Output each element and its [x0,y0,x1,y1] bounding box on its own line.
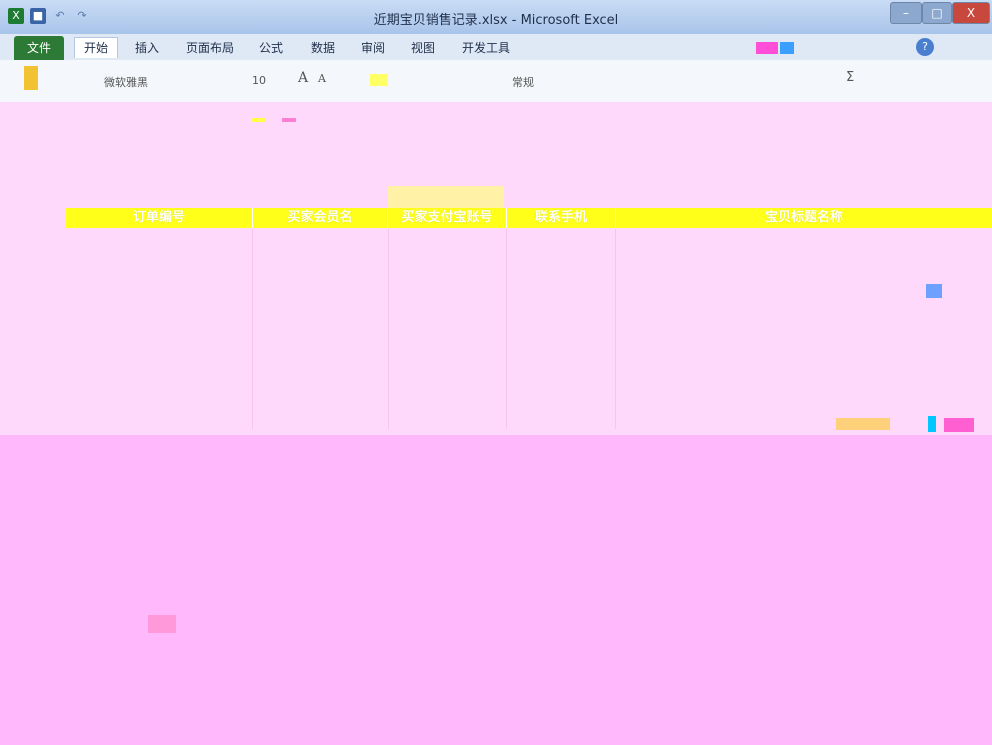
shrink-font-icon[interactable]: A [318,72,326,85]
header-phone: 联系手机 [534,210,587,225]
grid-line [252,229,253,429]
grow-font-icon[interactable]: A [298,70,308,86]
header-order-id: 订单编号 [132,210,185,225]
help-icon[interactable]: ? [916,38,934,56]
header-buyer-name: 买家会员名 [287,210,353,225]
title-bar: X ■ ↶ ↷ 近期宝贝销售记录.xlsx - Microsoft Excel … [0,0,992,34]
align-center-icon[interactable] [370,74,388,86]
tab-page-layout[interactable]: 页面布局 [180,38,240,58]
maximize-button[interactable]: □ [922,2,952,24]
header-highlight [388,186,504,208]
grid-line [388,229,389,429]
glitch-block [836,418,890,430]
glitch-block [926,284,942,298]
tab-file[interactable]: 文件 [14,36,64,60]
paste-icon[interactable] [24,66,38,90]
tab-data[interactable]: 数据 [304,38,342,58]
glitch-block [780,42,794,54]
glitch-block [252,118,266,122]
tab-insert[interactable]: 插入 [128,38,166,58]
glitch-block [756,42,778,54]
table-row[interactable] [66,267,992,286]
table-row[interactable] [66,248,992,267]
font-size-box[interactable]: 10 [252,74,266,87]
grid-line [506,229,507,429]
tab-review[interactable]: 审阅 [354,38,392,58]
header-item-title: 宝贝标题名称 [764,210,843,225]
minimize-button[interactable]: – [890,2,922,24]
header-alipay-account: 买家支付宝账号 [401,210,493,225]
tab-home[interactable]: 开始 [74,37,118,58]
window-title: 近期宝贝销售记录.xlsx - Microsoft Excel [373,13,619,28]
number-format-box[interactable]: 常规 [512,74,534,90]
glitch-block [148,615,176,633]
tab-formulas[interactable]: 公式 [252,38,290,58]
glitch-block [944,418,974,432]
autosum-icon[interactable]: Σ [846,70,854,85]
ribbon-home-panel: 微软雅黑 10 A A 常规 Σ [0,60,992,103]
grid-line [615,229,616,429]
table-row[interactable] [66,286,992,305]
table-row[interactable] [66,229,992,248]
glitch-block [282,118,296,122]
font-name-box[interactable]: 微软雅黑 [104,74,148,90]
worksheet-lower-area[interactable] [0,435,992,745]
glitch-block [928,416,936,432]
table-header-row: 订单编号 买家会员名 买家支付宝账号 联系手机 宝贝标题名称 [66,208,992,228]
tab-view[interactable]: 视图 [404,38,442,58]
close-button[interactable]: X [952,2,990,24]
ribbon-tab-bar: 文件 开始 插入 页面布局 公式 数据 审阅 视图 开发工具 ? [0,34,992,61]
tab-developer[interactable]: 开发工具 [454,38,518,58]
